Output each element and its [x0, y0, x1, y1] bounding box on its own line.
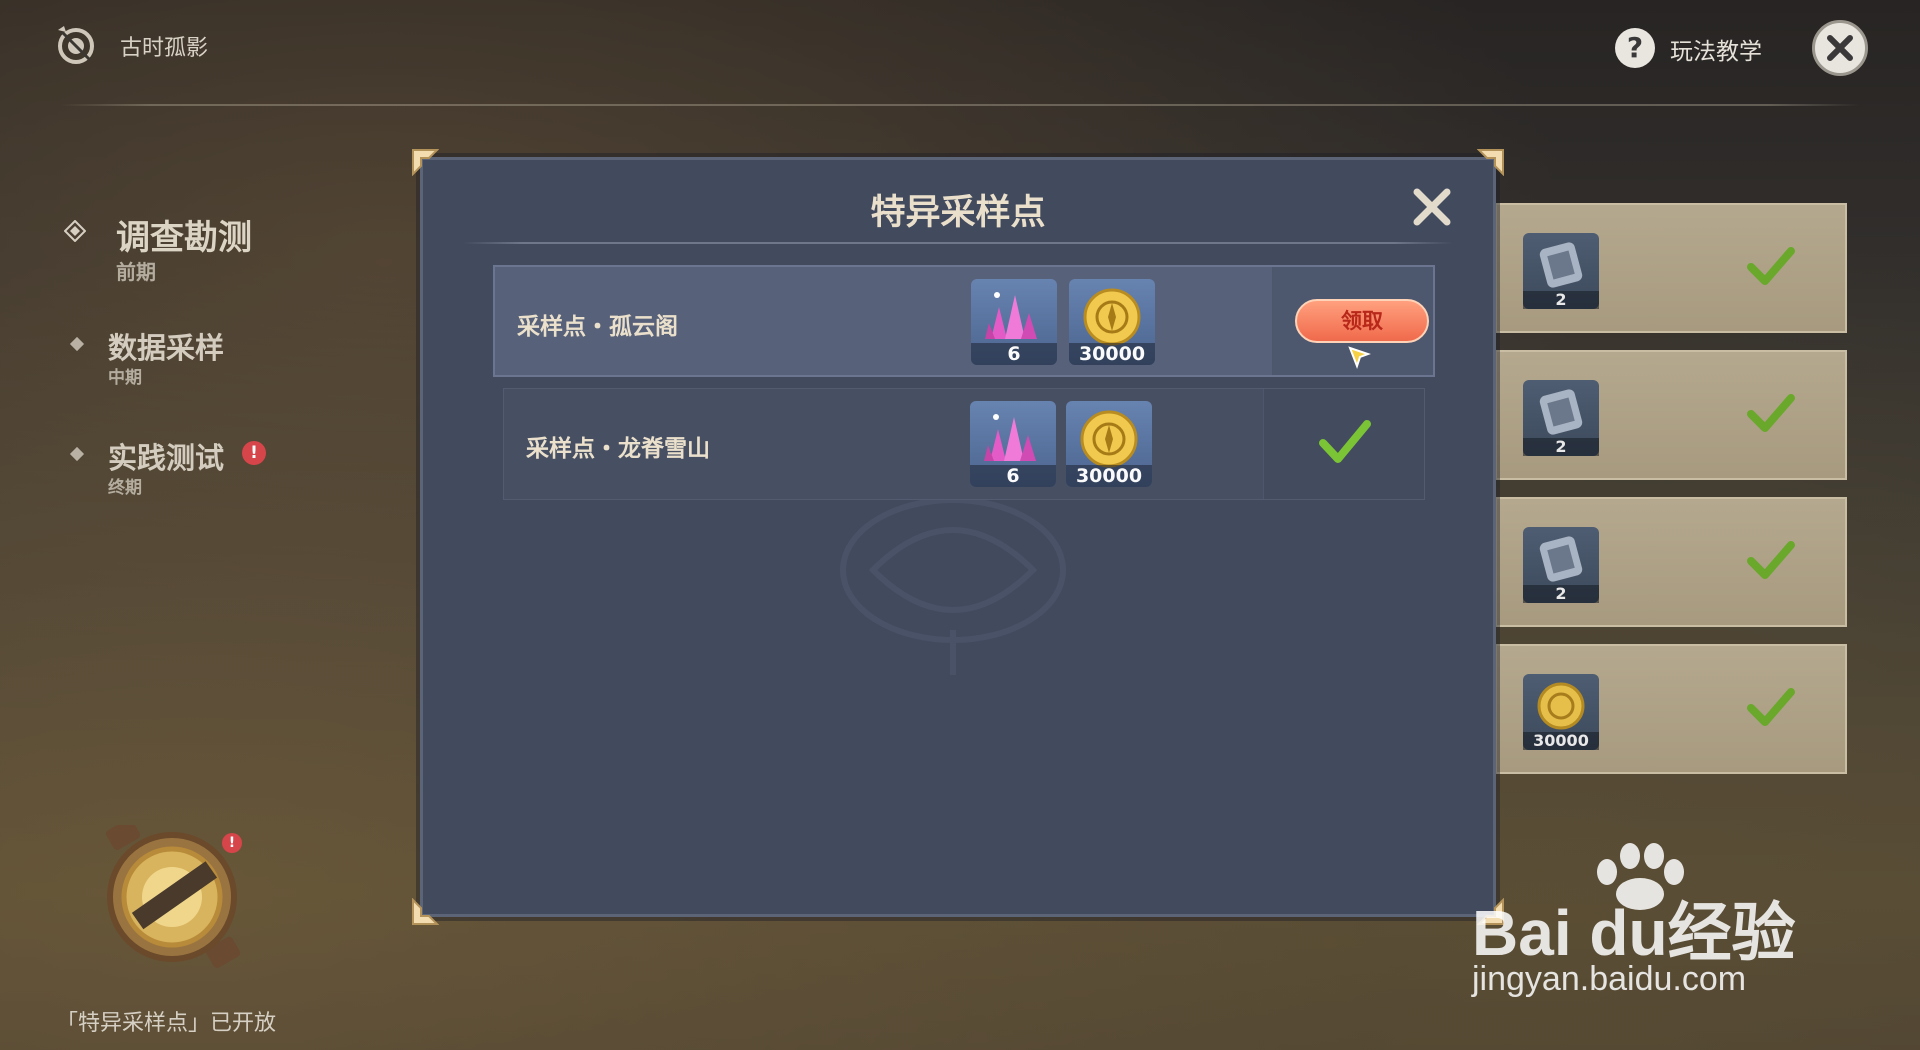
- reward-quantity: 2: [1523, 438, 1599, 456]
- milestone-card: 2: [1495, 350, 1847, 480]
- reward-quantity: 30000: [1523, 732, 1599, 750]
- reward-quantity: 30000: [1069, 343, 1155, 365]
- help-button-label[interactable]: 玩法教学: [1670, 32, 1762, 66]
- corner-ornament-icon: [412, 149, 439, 176]
- special-sampling-dialog: 特异采样点 采样点・孤云阁 6 30000 领取 采样点・龙脊雪山 6 3000…: [412, 149, 1504, 925]
- reward-quantity: 2: [1523, 585, 1599, 603]
- dialog-close-button[interactable]: [1411, 186, 1453, 228]
- cursor-icon: [1348, 346, 1371, 369]
- sampling-row: 采样点・龙脊雪山 6 30000: [503, 388, 1425, 500]
- milestone-card: 2: [1495, 497, 1847, 627]
- reward-quantity: 6: [970, 465, 1056, 487]
- dialog-divider: [463, 242, 1453, 244]
- sidebar-item-sub: 前期: [116, 260, 156, 284]
- row-action-area: [1263, 389, 1424, 499]
- crystal-ore-icon: [985, 292, 1037, 339]
- reward-quantity: 6: [971, 343, 1057, 365]
- stone-tablet-icon: 2: [1523, 233, 1599, 309]
- top-divider: [60, 104, 1860, 106]
- diamond-marker-icon: [64, 220, 86, 242]
- crystal-ore-reward[interactable]: 6: [971, 279, 1057, 365]
- mora-coin-reward[interactable]: 30000: [1066, 401, 1152, 487]
- dialog-title: 特异采样点: [870, 193, 1046, 233]
- sampling-point-name: 采样点・龙脊雪山: [526, 436, 710, 462]
- stone-tablet-icon: 2: [1523, 527, 1599, 603]
- sampling-row: 采样点・孤云阁 6 30000 领取: [493, 265, 1435, 377]
- stone-tablet-icon: 2: [1523, 380, 1599, 456]
- mora-coin-reward[interactable]: 30000: [1069, 279, 1155, 365]
- sidebar-item-label: 实践测试: [108, 441, 225, 475]
- sidebar-item-label: 数据采样: [108, 331, 225, 365]
- mora-coin-icon: 30000: [1523, 674, 1599, 750]
- claimed-checkmark-icon: [1319, 420, 1371, 463]
- unlock-notice: 「特异采样点」已开放: [56, 1011, 277, 1036]
- event-emblem-icon: [58, 26, 94, 64]
- mora-coin-icon: [1080, 410, 1138, 468]
- compass-alert-badge: !: [222, 833, 242, 853]
- checkmark-icon: [1747, 394, 1795, 432]
- top-bar: 古时孤影 ? 玩法教学: [0, 0, 1920, 110]
- row-action-area: 领取: [1272, 267, 1433, 375]
- watermark-url: jingyan.baidu.com: [1472, 960, 1747, 998]
- reward-quantity: 2: [1523, 291, 1599, 309]
- close-icon: [1827, 35, 1853, 61]
- checkmark-icon: [1747, 688, 1795, 726]
- sidebar-item-sub: 中期: [108, 368, 142, 388]
- crystal-ore-reward[interactable]: 6: [970, 401, 1056, 487]
- claim-button[interactable]: 领取: [1295, 299, 1429, 343]
- baidu-watermark: Bai du经验 jingyan.baidu.com: [1472, 842, 1842, 1012]
- mora-coin-icon: [1083, 288, 1141, 346]
- corner-ornament-icon: [1477, 149, 1504, 176]
- milestone-card: 2: [1495, 203, 1847, 333]
- sampling-point-name: 采样点・孤云阁: [517, 314, 678, 340]
- milestone-card: 30000: [1495, 644, 1847, 774]
- alert-badge: !: [242, 441, 266, 465]
- sidebar-item-sub: 终期: [108, 478, 142, 498]
- corner-ornament-icon: [412, 898, 439, 925]
- crystal-ore-icon: [984, 414, 1036, 461]
- sidebar-item-label: 调查勘测: [116, 218, 252, 258]
- help-icon[interactable]: ?: [1615, 28, 1655, 68]
- emblem-watermark-icon: [840, 497, 1066, 675]
- reward-quantity: 30000: [1066, 465, 1152, 487]
- checkmark-icon: [1747, 541, 1795, 579]
- event-title: 古时孤影: [120, 36, 209, 61]
- checkmark-icon: [1747, 247, 1795, 285]
- close-event-button[interactable]: [1812, 20, 1868, 76]
